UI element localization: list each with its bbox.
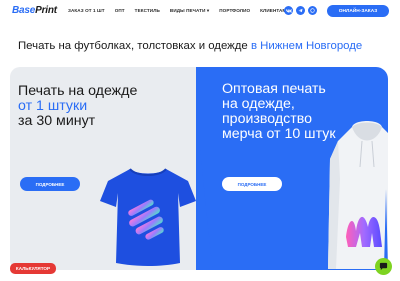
tshirt-image	[100, 168, 196, 266]
chat-icon	[379, 262, 388, 271]
wholesale-print-card[interactable]: Оптовая печать на одежде, производство м…	[196, 67, 388, 270]
page-title: Печать на футболках, толстовках и одежде…	[18, 40, 362, 52]
nav-item-order-from-one[interactable]: ЗАКАЗ ОТ 1 ШТ	[68, 8, 105, 14]
retail-line-3: за 30 минут	[18, 113, 96, 129]
chat-button[interactable]	[375, 258, 392, 275]
site-header: BasePrint ЗАКАЗ ОТ 1 ШТ ОПТ ТЕКСТИЛЬ ВИД…	[0, 0, 400, 24]
online-order-button[interactable]: ОНЛАЙН-ЗАКАЗ	[327, 5, 389, 17]
nav-item-portfolio[interactable]: ПОРТФОЛИО	[219, 8, 250, 14]
retail-line-2: от 1 штуки	[18, 98, 88, 114]
calculator-button[interactable]: КАЛЬКУЛЯТОР	[10, 263, 56, 274]
retail-print-card[interactable]: Печать на одежде от 1 штуки за 30 минут …	[10, 67, 202, 270]
retail-print-title: Печать на одежде от 1 штуки за 30 минут	[18, 84, 137, 129]
wholesale-more-button[interactable]: ПОДРОБНЕЕ	[222, 177, 282, 191]
logo-part-print: Print	[35, 5, 57, 16]
nav-item-wholesale[interactable]: ОПТ	[115, 8, 125, 14]
page-title-text: Печать на футболках, толстовках и одежде	[18, 40, 251, 52]
wholesale-print-title: Оптовая печать на одежде, производство м…	[222, 82, 336, 142]
page-title-city: в Нижнем Новгороде	[250, 40, 363, 52]
hoodie-image	[328, 121, 388, 269]
nav-item-print-types[interactable]: ВИДЫ ПЕЧАТИ ▾	[170, 8, 209, 14]
social-links	[284, 6, 317, 15]
logo-part-base: Base	[12, 5, 36, 16]
vk-icon[interactable]	[284, 6, 293, 15]
wholesale-line-2: на одежде,	[222, 96, 295, 112]
wholesale-line-1: Оптовая печать	[222, 81, 326, 97]
main-nav: ЗАКАЗ ОТ 1 ШТ ОПТ ТЕКСТИЛЬ ВИДЫ ПЕЧАТИ ▾…	[68, 8, 290, 14]
nav-item-textile[interactable]: ТЕКСТИЛЬ	[135, 8, 160, 14]
wholesale-line-3: производство	[222, 111, 312, 127]
retail-line-1: Печать на одежде	[18, 83, 138, 99]
wholesale-line-4: мерча от 10 штук	[222, 126, 336, 142]
retail-more-button[interactable]: ПОДРОБНЕЕ	[20, 177, 80, 191]
telegram-icon[interactable]	[296, 6, 305, 15]
whatsapp-icon[interactable]	[308, 6, 317, 15]
logo[interactable]: BasePrint	[12, 5, 57, 16]
